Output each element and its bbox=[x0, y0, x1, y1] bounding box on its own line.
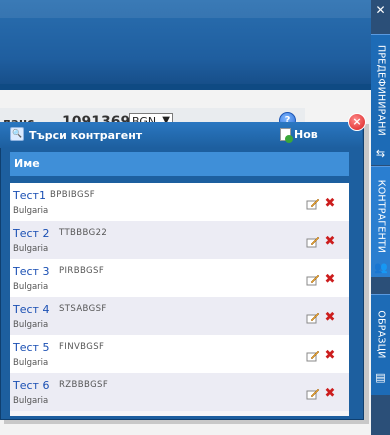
contractor-list: Тест1 BPBIBGSF Bulgaria ✖ Тест 2 TTBBBG2… bbox=[10, 183, 349, 416]
close-icon[interactable]: ✕ bbox=[371, 0, 390, 20]
contractor-country: Bulgaria bbox=[13, 244, 49, 254]
delete-icon[interactable]: ✖ bbox=[324, 311, 336, 325]
delete-icon[interactable]: ✖ bbox=[324, 235, 336, 249]
list-item[interactable]: Тест1 BPBIBGSF Bulgaria ✖ bbox=[10, 183, 349, 221]
contractor-code: PIRBBGSF bbox=[59, 266, 105, 276]
contractor-country: Bulgaria bbox=[13, 282, 49, 292]
contractor-code: STSABGSF bbox=[59, 304, 107, 314]
contractor-name[interactable]: Тест 5 bbox=[13, 341, 49, 354]
contractor-country: Bulgaria bbox=[13, 320, 49, 330]
edit-icon[interactable] bbox=[306, 274, 320, 286]
contacts-icon: 👥 bbox=[374, 261, 388, 274]
contractor-country: Bulgaria bbox=[13, 206, 49, 216]
tab-contractors-label: КОНТРАГЕНТИ bbox=[375, 179, 387, 254]
new-contact-icon[interactable] bbox=[280, 128, 293, 143]
search-icon[interactable]: 🔍 bbox=[10, 127, 24, 141]
list-item[interactable]: Тест 2 TTBBBG22 Bulgaria ✖ bbox=[10, 221, 349, 259]
edit-icon[interactable] bbox=[306, 198, 320, 210]
delete-icon[interactable]: ✖ bbox=[324, 349, 336, 363]
edit-icon[interactable] bbox=[306, 350, 320, 362]
list-item[interactable]: Тест 5 FINVBGSF Bulgaria ✖ bbox=[10, 335, 349, 373]
delete-icon[interactable]: ✖ bbox=[324, 197, 336, 211]
contractor-name[interactable]: Тест 4 bbox=[13, 303, 49, 316]
contractor-name[interactable]: Тест 3 bbox=[13, 265, 49, 278]
list-item[interactable]: Тест 3 PIRBBGSF Bulgaria ✖ bbox=[10, 259, 349, 297]
edit-icon[interactable] bbox=[306, 312, 320, 324]
column-header-name[interactable]: Име bbox=[10, 152, 349, 176]
contractor-code: FINVBGSF bbox=[59, 342, 105, 352]
edit-icon[interactable] bbox=[306, 388, 320, 400]
list-item[interactable]: Тест 4 STSABGSF Bulgaria ✖ bbox=[10, 297, 349, 335]
column-header-label: Име bbox=[14, 157, 40, 170]
app-header-gloss bbox=[0, 0, 371, 18]
close-panel-icon[interactable]: × bbox=[348, 113, 366, 131]
templates-icon: ▤ bbox=[375, 371, 386, 384]
new-button[interactable]: Нов bbox=[294, 128, 318, 141]
contractor-code: TTBBBG22 bbox=[59, 228, 108, 238]
contractor-code: RZBBBGSF bbox=[59, 380, 109, 390]
contractor-country: Bulgaria bbox=[13, 396, 49, 406]
contractor-code: BPBIBGSF bbox=[50, 190, 96, 200]
list-item[interactable]: Тест 6 RZBBBGSF Bulgaria ✖ bbox=[10, 373, 349, 411]
tab-templates-label: ОБРАЗЦИ bbox=[375, 310, 387, 359]
delete-icon[interactable]: ✖ bbox=[324, 387, 336, 401]
transfer-icon: ⇆ bbox=[375, 147, 386, 160]
contractor-name[interactable]: Тест 2 bbox=[13, 227, 49, 240]
edit-icon[interactable] bbox=[306, 236, 320, 248]
contractor-name[interactable]: Тест1 bbox=[13, 189, 46, 202]
contractor-country: Bulgaria bbox=[13, 358, 49, 368]
delete-icon[interactable]: ✖ bbox=[324, 273, 336, 287]
tab-templates[interactable]: ОБРАЗЦИ ▤ bbox=[371, 294, 390, 395]
panel-title[interactable]: Търси контрагент bbox=[29, 129, 142, 142]
tab-predefined-label: ПРЕДЕФИНИРАНИ bbox=[375, 45, 387, 136]
contractor-name[interactable]: Тест 6 bbox=[13, 379, 49, 392]
tab-contractors[interactable]: КОНТРАГЕНТИ 👥 bbox=[371, 166, 390, 277]
tab-predefined[interactable]: ПРЕДЕФИНИРАНИ ⇆ bbox=[371, 34, 390, 165]
